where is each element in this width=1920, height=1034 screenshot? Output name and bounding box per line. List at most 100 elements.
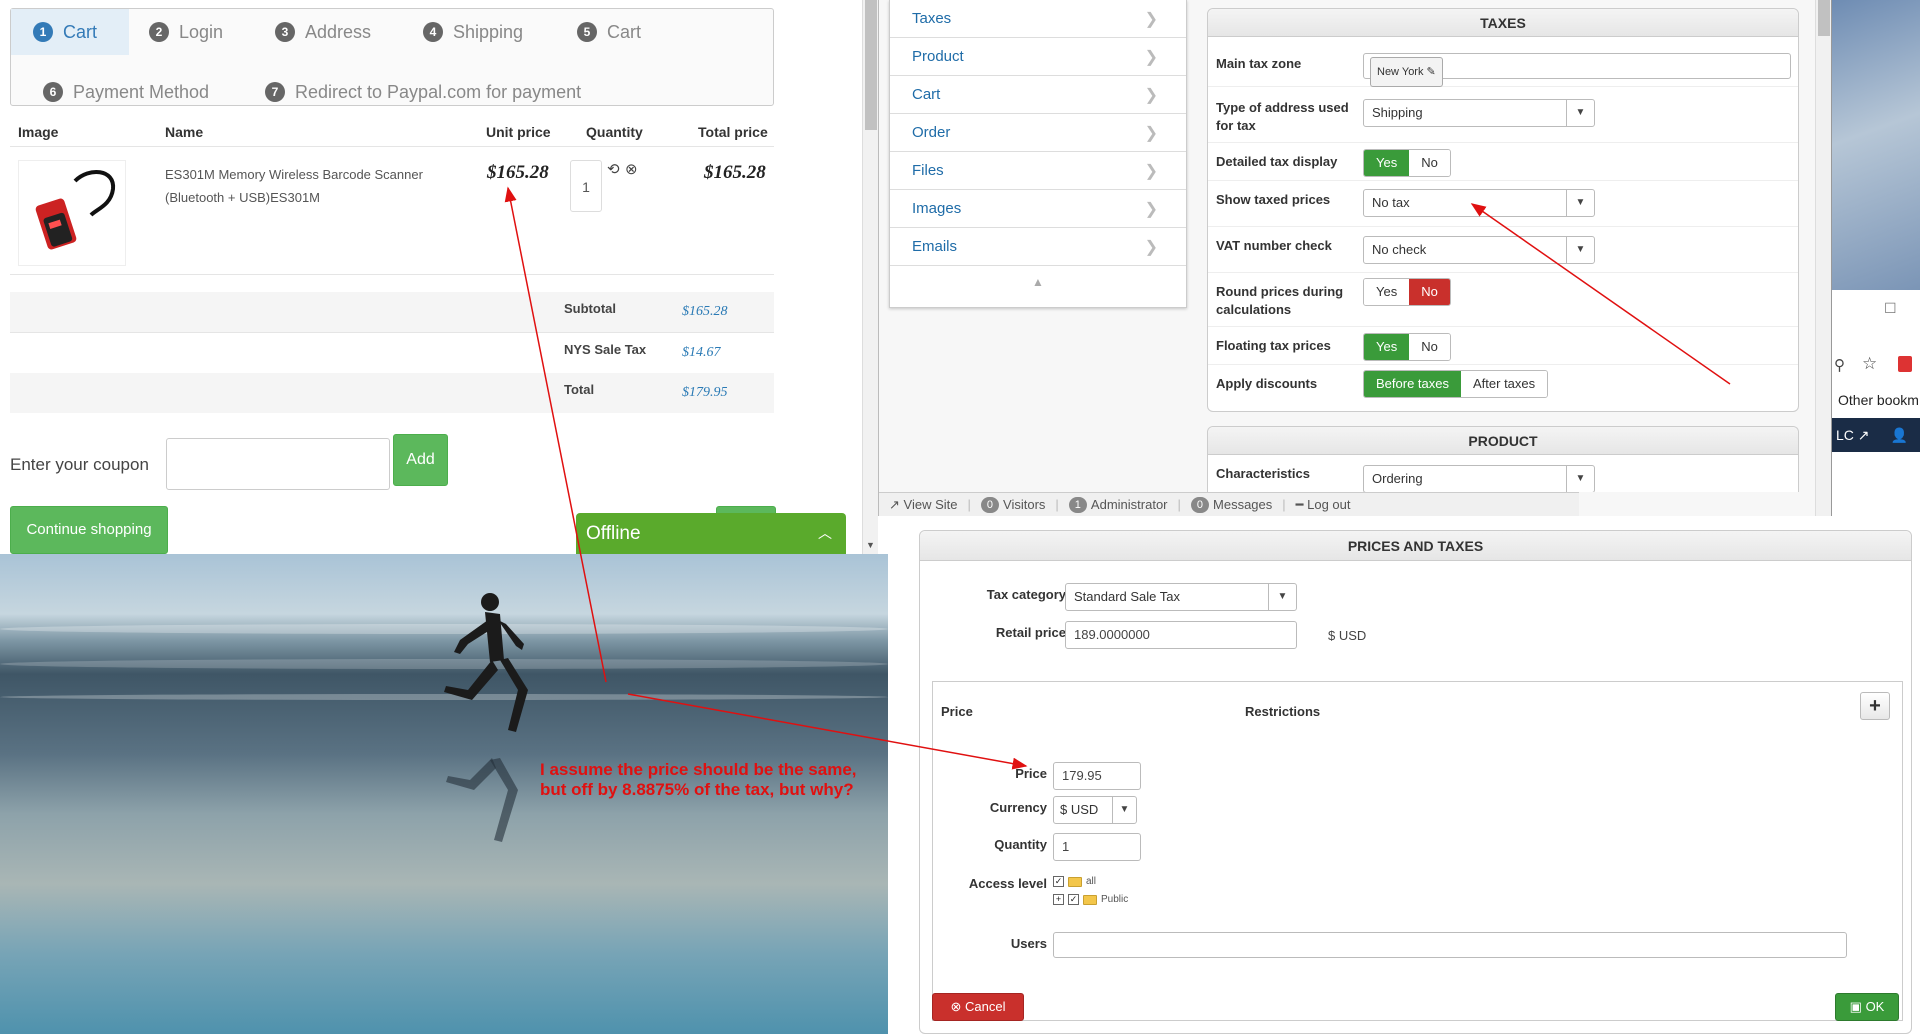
menu-item-order[interactable]: Order ❯ [890,114,1186,152]
refresh-icon[interactable]: ⟲ [607,160,620,178]
users-input[interactable] [1053,932,1847,958]
administrator-link[interactable]: Administrator [1091,497,1168,512]
cancel-label: Cancel [965,999,1006,1014]
no-option[interactable]: No [1409,334,1450,360]
bookmarks-label[interactable]: Other bookm [1838,392,1919,408]
menu-item-product[interactable]: Product ❯ [890,38,1186,76]
logout-link[interactable]: Log out [1307,497,1350,512]
menu-item-cart[interactable]: Cart ❯ [890,76,1186,114]
step-login[interactable]: 2 Login [149,9,289,55]
address-type-select[interactable]: Shipping ▼ [1363,99,1595,127]
round-prices-toggle[interactable]: Yes No [1363,278,1451,306]
annotation-line-1: I assume the price should be the same, [540,760,857,779]
access-public-label: Public [1101,894,1129,905]
menu-item-images[interactable]: Images ❯ [890,190,1186,228]
barcode-scanner-icon [35,169,116,250]
user-icon[interactable]: 👤 [1891,418,1908,452]
zoom-icon[interactable]: ⚲ [1834,356,1845,374]
main-tax-zone-field[interactable]: New York ✎ [1363,53,1791,87]
view-site-link[interactable]: View Site [904,497,958,512]
chevron-right-icon: ❯ [1144,200,1158,218]
step-address[interactable]: 3 Address [275,9,415,55]
chat-widget[interactable]: Offline ︿ [576,513,846,554]
menu-item-files[interactable]: Files ❯ [890,152,1186,190]
step-cart-2[interactable]: 5 Cart [577,9,697,55]
star-icon[interactable]: ☆ [1862,354,1877,374]
tax-category-label: Tax category [986,587,1066,602]
tax-zone-tag[interactable]: New York ✎ [1370,57,1443,87]
ok-button[interactable]: ▣ OK [1835,993,1899,1021]
scroll-down-arrow-icon[interactable]: ▼ [866,540,875,550]
admin-scrollbar[interactable] [1815,0,1831,516]
menu-item-taxes[interactable]: Taxes ❯ [890,0,1186,38]
after-taxes-option[interactable]: After taxes [1461,371,1548,397]
annotation-text: I assume the price should be the same, b… [540,760,900,800]
admin-status-bar: ↗ View Site | 0 Visitors | 1 Administrator… [879,492,1579,516]
tax-category-select[interactable]: Standard Sale Tax ▼ [1065,583,1297,611]
add-coupon-button[interactable]: Add [393,434,448,486]
annotation-line-2: but off by 8.8875% of the tax, but why? [540,780,854,799]
access-tree-all: ✓ all [1053,876,1096,887]
chevron-right-icon: ❯ [1144,162,1158,180]
remove-icon[interactable]: ⊗ [625,160,638,178]
step-shipping[interactable]: 4 Shipping [423,9,563,55]
yes-option[interactable]: Yes [1364,150,1410,176]
restore-window-icon[interactable]: ☐ [1884,300,1897,317]
prices-title: PRICES AND TAXES [920,531,1911,561]
folder-icon [1068,876,1082,887]
coupon-input[interactable] [166,438,390,490]
step-redirect-paypal[interactable]: 7 Redirect to Paypal.com for payment [265,69,625,115]
visitors-link[interactable]: Visitors [1003,497,1045,512]
product-image[interactable] [18,160,126,266]
characteristics-label: Characteristics [1216,466,1310,481]
show-taxed-select[interactable]: No tax ▼ [1363,189,1595,217]
apply-discounts-toggle[interactable]: Before taxes After taxes [1363,370,1549,398]
step-payment-method[interactable]: 6 Payment Method [43,69,243,115]
characteristics-select[interactable]: Ordering ▼ [1363,465,1595,492]
before-taxes-option[interactable]: Before taxes [1364,371,1461,397]
no-option[interactable]: No [1409,150,1450,176]
extension-icon[interactable] [1898,356,1912,372]
yes-option[interactable]: Yes [1364,334,1410,360]
site-name-fragment[interactable]: LC [1836,427,1854,443]
dropdown-arrow-icon: ▼ [1566,237,1594,263]
floating-tax-toggle[interactable]: Yes No [1363,333,1451,361]
yes-option[interactable]: Yes [1364,279,1410,305]
scroll-thumb[interactable] [1818,0,1830,36]
menu-label: Taxes [912,10,952,27]
scroll-thumb[interactable] [865,0,877,130]
no-option[interactable]: No [1409,279,1450,305]
cancel-button[interactable]: ⊗ Cancel [932,993,1024,1021]
external-link-icon: ↗ [1857,427,1870,443]
site-admin-bar: LC ↗ 👤 [1832,418,1920,452]
product-name[interactable]: ES301M Memory Wireless Barcode Scanner (… [165,163,465,209]
folder-icon [1083,894,1097,905]
quantity-input[interactable]: 1 [1053,833,1141,861]
collapse-up-icon[interactable]: ▲ [890,266,1186,298]
chevron-right-icon: ❯ [1144,10,1158,28]
expand-plus-icon[interactable]: + [1053,894,1064,905]
checkbox-checked-icon[interactable]: ✓ [1068,894,1079,905]
menu-label: Cart [912,86,941,103]
detailed-tax-label: Detailed tax display [1216,154,1338,169]
col-price: Price [941,704,973,719]
add-price-plus-icon[interactable]: + [1860,692,1890,720]
detailed-tax-toggle[interactable]: Yes No [1363,149,1451,177]
currency-select[interactable]: $ USD ▼ [1053,796,1137,824]
quantity-input[interactable]: 1 [570,160,602,212]
price-input[interactable]: 179.95 [1053,762,1141,790]
cart-scrollbar[interactable]: ▼ [862,0,878,554]
menu-item-emails[interactable]: Emails ❯ [890,228,1186,266]
quantity-label: Quantity [994,837,1047,852]
taxes-title: TAXES [1208,9,1798,37]
messages-link[interactable]: Messages [1213,497,1272,512]
save-icon: ▣ [1849,999,1862,1014]
continue-shopping-button[interactable]: Continue shopping [10,506,168,554]
step-cart[interactable]: 1 Cart [11,9,129,55]
price-list-box: Price Restrictions + Price 179.95 Curren… [932,681,1903,1021]
retail-price-input[interactable]: 189.0000000 [1065,621,1297,649]
vat-check-select[interactable]: No check ▼ [1363,236,1595,264]
step-number: 4 [423,22,443,42]
checkbox-checked-icon[interactable]: ✓ [1053,876,1064,887]
step-number: 6 [43,82,63,102]
